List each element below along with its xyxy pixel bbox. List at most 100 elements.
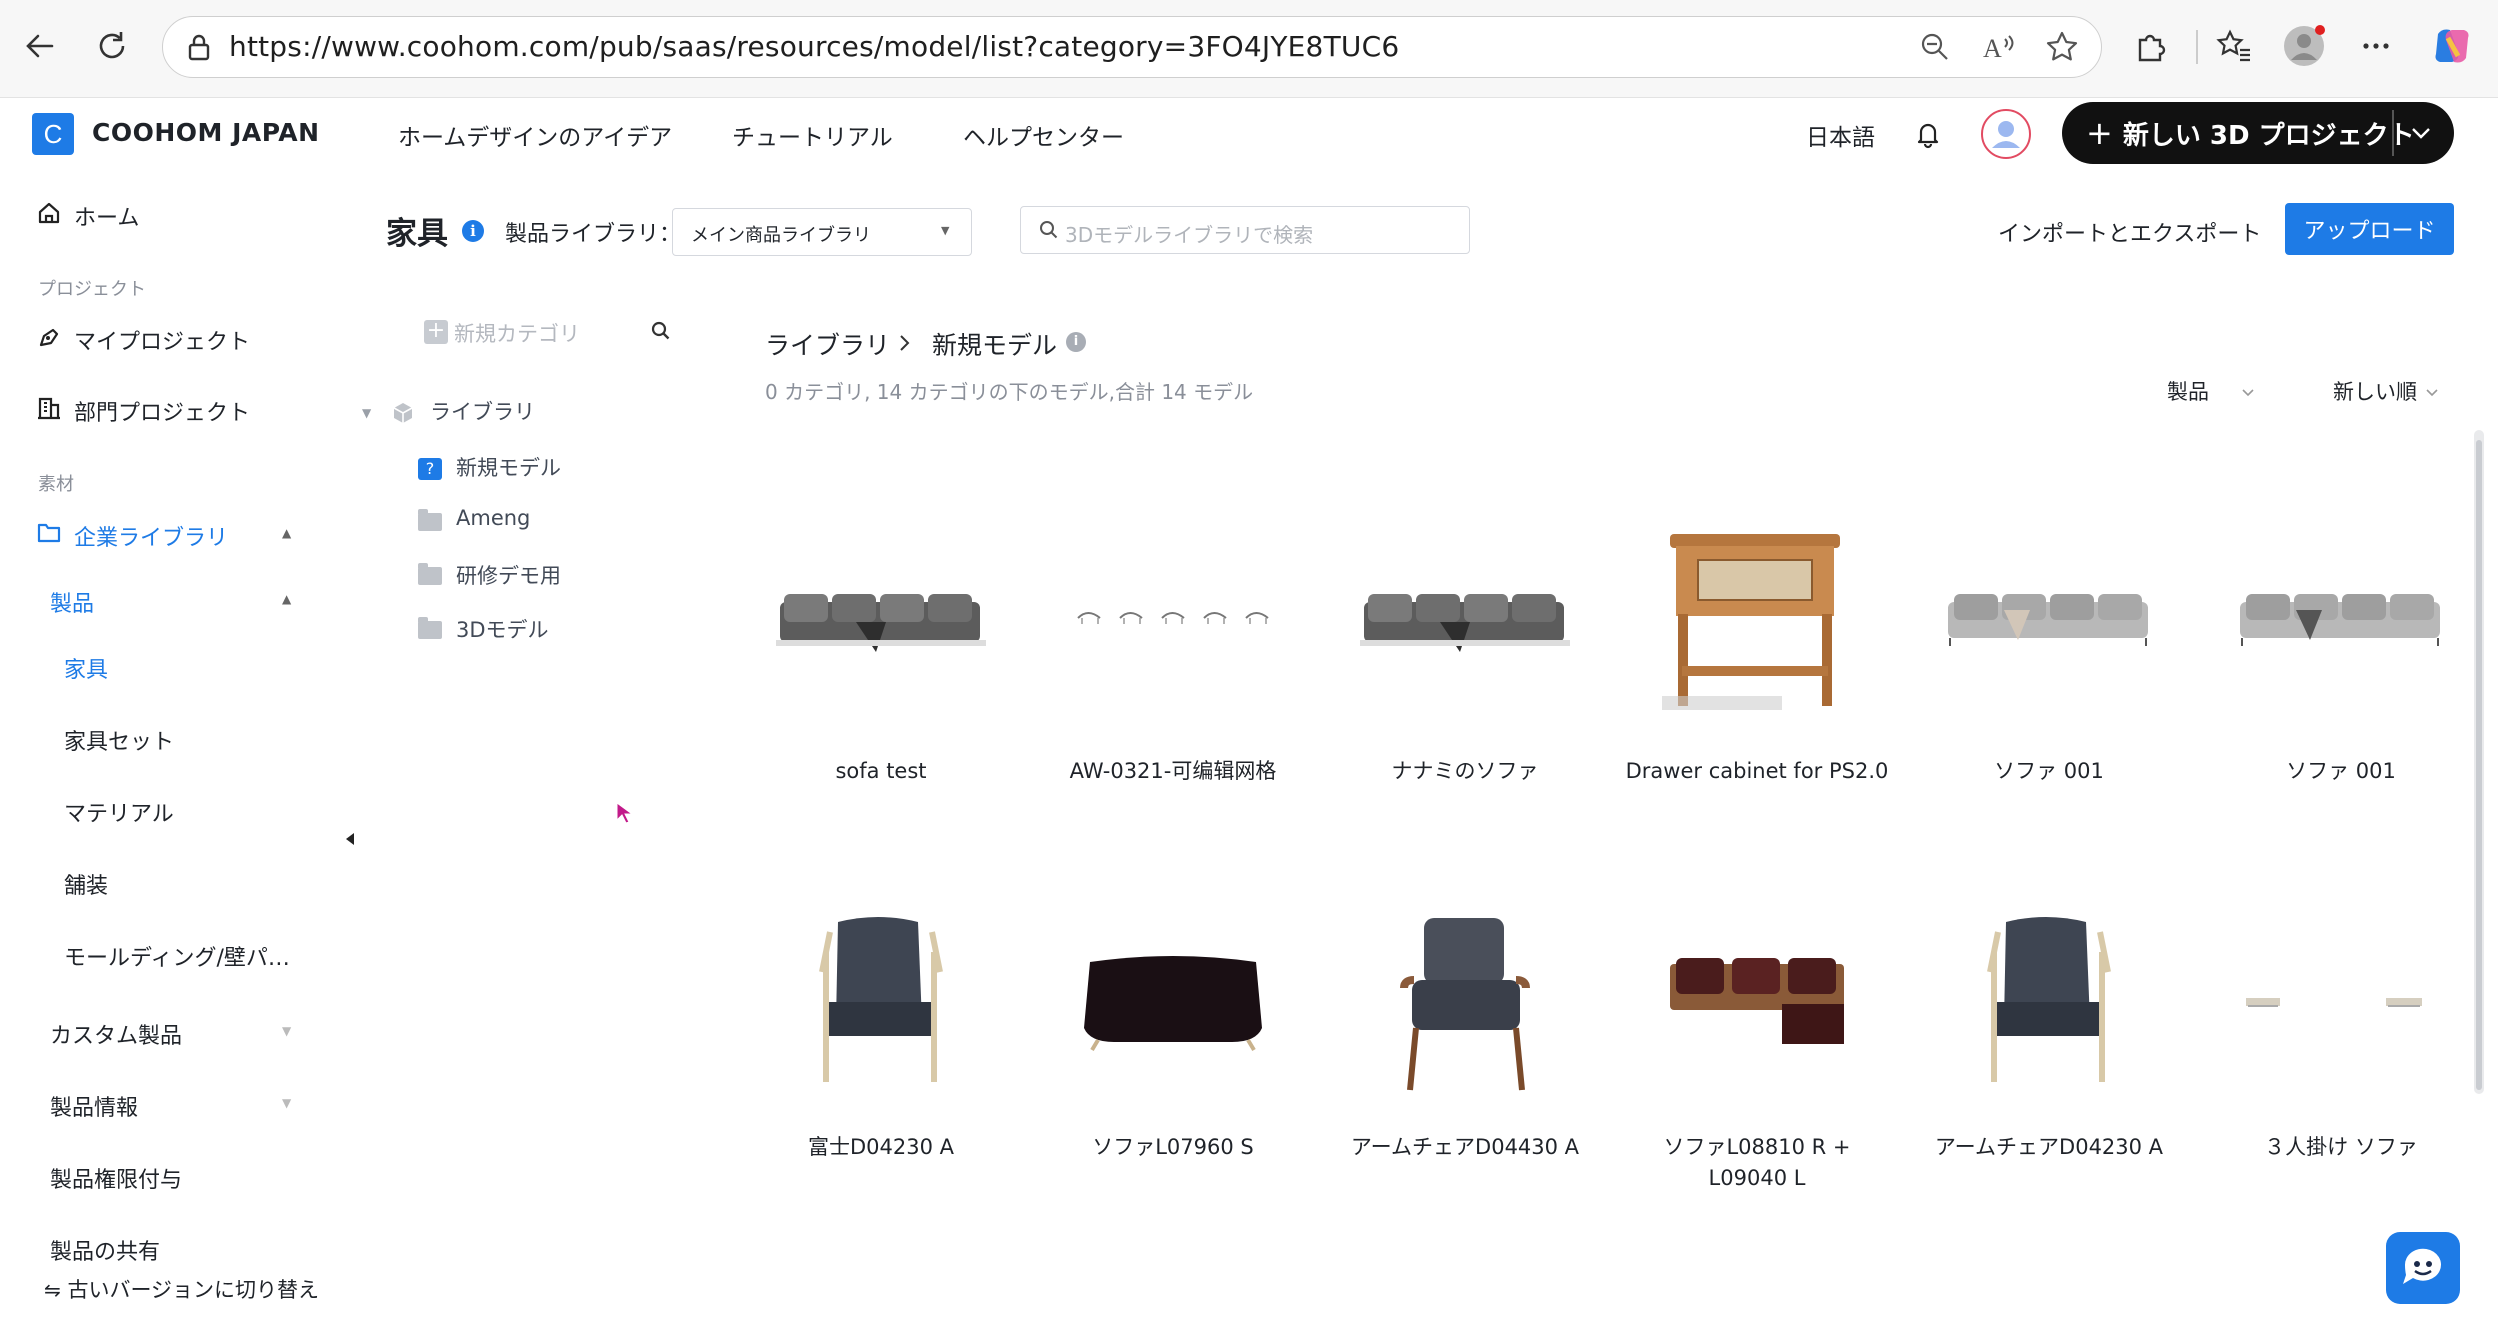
library-label: 製品ライブラリ： bbox=[505, 222, 682, 247]
tree-item-3d-models[interactable]: 3Dモデル bbox=[456, 614, 549, 644]
tree-root-library[interactable]: ライブラリ bbox=[430, 396, 535, 426]
caret-up-icon[interactable]: ▲ bbox=[282, 526, 291, 540]
sidebar-subitem-paving[interactable]: 舗装 bbox=[64, 868, 108, 900]
sidebar-item-products[interactable]: 製品 bbox=[50, 586, 94, 618]
page-title: 家具 bbox=[386, 216, 448, 252]
sidebar-item-home[interactable]: ホーム bbox=[74, 200, 139, 232]
search-icon bbox=[1040, 221, 1058, 239]
sidebar-item-enterprise-library[interactable]: 企業ライブラリ bbox=[74, 520, 228, 552]
tree-item-ameng[interactable]: Ameng bbox=[456, 506, 530, 530]
new-category-button[interactable]: 新規カテゴリ bbox=[454, 318, 580, 348]
read-aloud-icon[interactable]: A bbox=[1981, 31, 2015, 63]
svg-text:A: A bbox=[1983, 34, 2002, 63]
chat-support-button[interactable] bbox=[2386, 1232, 2460, 1304]
chevron-right-icon bbox=[900, 335, 910, 351]
import-export-button[interactable]: インポートとエクスポート bbox=[1998, 216, 2261, 248]
info-icon[interactable]: i bbox=[462, 220, 484, 242]
url-text: https://www.coohom.com/pub/saas/resource… bbox=[229, 30, 1400, 63]
profile-avatar-icon[interactable] bbox=[2280, 22, 2328, 70]
breadcrumb-root[interactable]: ライブラリ bbox=[765, 326, 890, 362]
caret-down-icon: ▼ bbox=[941, 224, 950, 237]
caret-down-icon[interactable]: ▼ bbox=[282, 1096, 291, 1110]
scrollbar-thumb[interactable] bbox=[2476, 440, 2482, 1090]
tree-item-training-demo[interactable]: 研修デモ用 bbox=[456, 560, 561, 590]
swap-icon: ⇋ bbox=[44, 1278, 61, 1302]
armchair-wood-icon bbox=[1987, 917, 2111, 1082]
toolbar-divider bbox=[2196, 30, 2198, 64]
collapse-sidebar-icon[interactable] bbox=[344, 832, 356, 846]
sidebar-item-my-projects[interactable]: マイプロジェクト bbox=[74, 324, 250, 356]
browser-toolbar: https://www.coohom.com/pub/saas/resource… bbox=[0, 0, 2498, 98]
nav-home-design-ideas[interactable]: ホームデザインのアイデア bbox=[398, 118, 672, 152]
switch-old-version-link[interactable]: ⇋ 古いバージョンに切り替え bbox=[44, 1274, 319, 1304]
sort-label: 新しい順 bbox=[2333, 380, 2417, 404]
chevron-down-icon[interactable] bbox=[2408, 124, 2434, 142]
section-project-label: プロジェクト bbox=[38, 279, 146, 300]
favorite-star-icon[interactable] bbox=[2045, 30, 2079, 64]
caret-down-icon[interactable]: ▼ bbox=[282, 1024, 291, 1038]
sofa-dark-icon bbox=[1084, 956, 1262, 1052]
folder-icon bbox=[418, 563, 442, 585]
upload-button[interactable]: アップロード bbox=[2285, 203, 2454, 255]
sidebar-subitem-furniture[interactable]: 家具 bbox=[64, 652, 108, 684]
brand-logo[interactable]: C bbox=[32, 113, 74, 155]
user-avatar-icon[interactable] bbox=[1980, 108, 2032, 160]
switch-old-version-label: 古いバージョンに切り替え bbox=[67, 1278, 320, 1302]
favorites-icon[interactable] bbox=[2210, 22, 2258, 70]
refresh-icon[interactable] bbox=[88, 22, 136, 70]
folder-icon bbox=[418, 617, 442, 639]
type-filter-label: 製品 bbox=[2167, 380, 2209, 404]
model-card-label: ソファ 001 bbox=[2286, 759, 2396, 783]
search-icon[interactable] bbox=[650, 320, 672, 342]
search-input[interactable]: 3Dモデルライブラリで検索 bbox=[1020, 206, 1470, 254]
corner-sofa-icon bbox=[1670, 958, 1844, 1044]
more-options-icon[interactable] bbox=[2352, 22, 2400, 70]
model-card-label: アームチェアD04430 A bbox=[1350, 1135, 1580, 1159]
sidebar-item-product-permission[interactable]: 製品権限付与 bbox=[50, 1162, 182, 1194]
tree-expand-icon[interactable]: ▼ bbox=[362, 406, 371, 420]
language-selector[interactable]: 日本語 bbox=[1806, 118, 1875, 152]
folder-icon bbox=[37, 523, 61, 543]
sidebar-item-dept-projects[interactable]: 部門プロジェクト bbox=[74, 395, 250, 427]
armchair-cushion-icon bbox=[1400, 918, 1530, 1091]
armchair-wood-icon bbox=[819, 917, 943, 1082]
chairs-row-icon bbox=[1077, 612, 1269, 624]
sofa-gray-icon bbox=[776, 594, 986, 652]
tree-item-new-models[interactable]: 新規モデル bbox=[456, 452, 561, 482]
back-arrow-icon[interactable] bbox=[16, 22, 64, 70]
model-card-label: sofa test bbox=[835, 759, 927, 783]
chat-icon bbox=[2403, 1248, 2441, 1284]
model-card-label: ソファL08810 R + L09040 L bbox=[1663, 1135, 1851, 1190]
sidebar-item-product-share[interactable]: 製品の共有 bbox=[50, 1234, 160, 1266]
caret-up-icon[interactable]: ▲ bbox=[282, 592, 291, 606]
type-filter-dropdown[interactable]: 製品 bbox=[2167, 376, 2256, 406]
sort-dropdown[interactable]: 新しい順 bbox=[2333, 376, 2440, 406]
model-card-label: ３人掛け ソファ bbox=[2264, 1135, 2418, 1159]
notification-bell-icon[interactable] bbox=[1914, 119, 1942, 149]
brand-name[interactable]: COOHOM JAPAN bbox=[92, 118, 320, 147]
mouse-cursor-icon bbox=[616, 802, 632, 824]
library-select[interactable]: メイン商品ライブラリ ▼ bbox=[672, 208, 972, 256]
add-category-icon: + bbox=[424, 320, 448, 344]
lock-icon bbox=[188, 34, 210, 61]
zoom-out-icon[interactable] bbox=[1919, 31, 1951, 63]
home-icon bbox=[38, 202, 60, 224]
model-card-label: 富士D04230 A bbox=[807, 1135, 954, 1159]
pen-icon bbox=[39, 328, 59, 347]
question-folder-icon: ? bbox=[418, 458, 442, 480]
sofa-gray-icon bbox=[1360, 594, 1570, 652]
sidebar-subitem-material[interactable]: マテリアル bbox=[64, 796, 174, 828]
address-bar[interactable]: https://www.coohom.com/pub/saas/resource… bbox=[162, 16, 2102, 78]
sidebar-item-custom-products[interactable]: カスタム製品 bbox=[50, 1018, 182, 1050]
sidebar-subitem-furniture-set[interactable]: 家具セット bbox=[64, 724, 174, 756]
sidebar-item-product-info[interactable]: 製品情報 bbox=[50, 1090, 138, 1122]
nav-tutorials[interactable]: チュートリアル bbox=[732, 118, 893, 152]
copilot-icon[interactable] bbox=[2428, 22, 2476, 70]
info-icon[interactable]: i bbox=[1066, 332, 1086, 352]
extensions-icon[interactable] bbox=[2126, 22, 2174, 70]
building-icon bbox=[38, 397, 60, 420]
nav-help-center[interactable]: ヘルプセンター bbox=[963, 118, 1124, 152]
sidebar-subitem-molding[interactable]: モールディング/壁パ… bbox=[64, 940, 290, 972]
sofa-light-icon bbox=[2240, 594, 2440, 646]
new-3d-project-button[interactable]: + 新しい 3D プロジェクト bbox=[2062, 102, 2454, 164]
